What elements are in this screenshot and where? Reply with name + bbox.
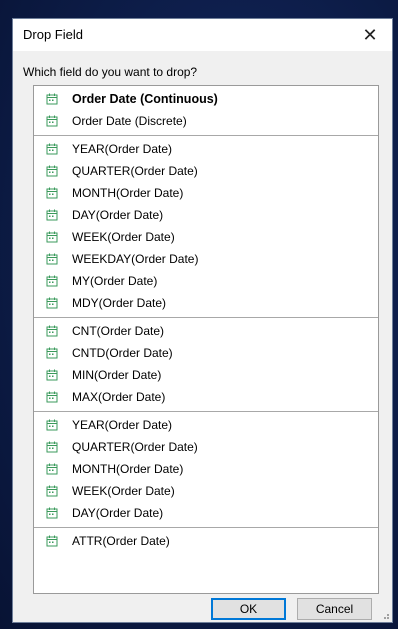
dialog-titlebar: Drop Field ✕ [13,19,392,51]
field-list-item[interactable]: QUARTER(Order Date) [34,160,378,182]
drop-field-dialog: Drop Field ✕ Which field do you want to … [12,18,393,623]
close-button[interactable]: ✕ [350,19,390,51]
calendar-icon [46,325,58,337]
calendar-icon [46,275,58,287]
field-group: Order Date (Continuous) Order Date (Disc… [34,86,378,136]
field-list-item-label: Order Date (Discrete) [72,114,187,128]
calendar-icon [46,419,58,431]
calendar-icon [46,485,58,497]
field-list-item-label: QUARTER(Order Date) [72,440,198,454]
calendar-icon [46,253,58,265]
field-list-item[interactable]: MIN(Order Date) [34,364,378,386]
calendar-icon [46,391,58,403]
field-list-item-label: YEAR(Order Date) [72,418,173,432]
field-list-item-label: MONTH(Order Date) [72,186,184,200]
field-list-item-label: WEEK(Order Date) [72,230,175,244]
field-list-item[interactable]: MAX(Order Date) [34,386,378,408]
field-list-item-label: Order Date (Continuous) [72,92,218,106]
field-list-item-label: WEEK(Order Date) [72,484,175,498]
field-list-item[interactable]: MY(Order Date) [34,270,378,292]
field-list-item-label: QUARTER(Order Date) [72,164,198,178]
calendar-icon [46,209,58,221]
field-list-item[interactable]: DAY(Order Date) [34,502,378,524]
resize-grip-icon[interactable] [380,610,390,620]
field-list-item[interactable]: DAY(Order Date) [34,204,378,226]
calendar-icon [46,187,58,199]
field-list-item[interactable]: YEAR(Order Date) [34,138,378,160]
field-list-item-label: MDY(Order Date) [72,296,167,310]
calendar-icon [46,441,58,453]
field-list-item[interactable]: CNT(Order Date) [34,320,378,342]
field-list-item[interactable]: MONTH(Order Date) [34,458,378,480]
field-list-item-label: MY(Order Date) [72,274,158,288]
field-group: CNT(Order Date) CNTD(Order Date) MIN(Ord… [34,318,378,412]
field-list-item[interactable]: MONTH(Order Date) [34,182,378,204]
calendar-icon [46,535,58,547]
ok-button[interactable]: OK [211,598,286,620]
calendar-icon [46,463,58,475]
field-list-item-label: ATTR(Order Date) [72,534,170,548]
field-list-item-label: CNTD(Order Date) [72,346,173,360]
calendar-icon [46,115,58,127]
calendar-icon [46,369,58,381]
field-list-item-label: DAY(Order Date) [72,208,164,222]
field-group: YEAR(Order Date) QUARTER(Order Date) MON… [34,412,378,528]
calendar-icon [46,507,58,519]
field-list-item[interactable]: QUARTER(Order Date) [34,436,378,458]
field-list-item-label: MONTH(Order Date) [72,462,184,476]
field-list-item-label: CNT(Order Date) [72,324,165,338]
field-group: YEAR(Order Date) QUARTER(Order Date) MON… [34,136,378,318]
close-icon: ✕ [362,24,378,45]
dialog-title: Drop Field [23,27,83,42]
field-list-item[interactable]: ATTR(Order Date) [34,530,378,552]
field-list-item-label: YEAR(Order Date) [72,142,173,156]
field-list-item[interactable]: CNTD(Order Date) [34,342,378,364]
field-list-item-label: MIN(Order Date) [72,368,162,382]
field-list-item[interactable]: Order Date (Discrete) [34,110,378,132]
cancel-button[interactable]: Cancel [297,598,372,620]
field-list-item[interactable]: WEEK(Order Date) [34,480,378,502]
prompt-text: Which field do you want to drop? [23,65,198,79]
calendar-icon [46,347,58,359]
calendar-icon [46,165,58,177]
field-list-item-label: DAY(Order Date) [72,506,164,520]
field-list-item[interactable]: WEEKDAY(Order Date) [34,248,378,270]
field-list-item-label: WEEKDAY(Order Date) [72,252,199,266]
field-list-item[interactable]: Order Date (Continuous) [34,88,378,110]
calendar-icon [46,143,58,155]
field-list-item-label: MAX(Order Date) [72,390,166,404]
field-group: ATTR(Order Date) [34,528,378,555]
calendar-icon [46,93,58,105]
field-list-item[interactable]: MDY(Order Date) [34,292,378,314]
calendar-icon [46,297,58,309]
calendar-icon [46,231,58,243]
field-list-item[interactable]: YEAR(Order Date) [34,414,378,436]
field-listbox[interactable]: Order Date (Continuous) Order Date (Disc… [33,85,379,594]
field-list-item[interactable]: WEEK(Order Date) [34,226,378,248]
